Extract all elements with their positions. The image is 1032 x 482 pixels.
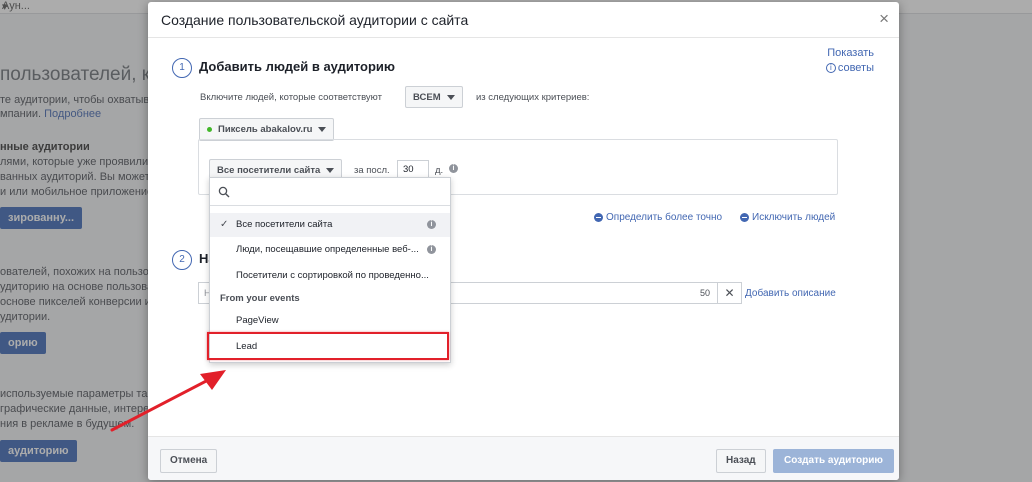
step-number: 2 <box>172 250 192 270</box>
dropdown-item-specific-pages[interactable]: Люди, посещавшие определенные веб-... i <box>210 238 450 262</box>
chevron-down-icon <box>446 94 455 100</box>
chevron-down-icon <box>326 167 335 173</box>
modal-footer: Отмена Назад Создать аудиторию <box>148 436 899 480</box>
dropdown-item-all-visitors[interactable]: ✓ Все посетители сайта i <box>210 213 450 237</box>
include-label: Включите людей, которые соответствуют <box>200 92 382 103</box>
show-tips-link[interactable]: Показать i советы <box>808 46 874 75</box>
arrow-icon <box>110 370 226 432</box>
pixel-select-value: Пиксель abakalov.ru <box>218 124 313 135</box>
clear-icon[interactable]: ✕ <box>718 282 742 304</box>
checkmark-icon: ✓ <box>220 219 229 230</box>
info-circle-icon: i <box>825 63 836 73</box>
info-icon[interactable]: i <box>427 220 436 229</box>
step-title: Добавить людей в аудиторию <box>199 59 396 74</box>
cancel-button[interactable]: Отмена <box>160 449 218 473</box>
add-description-link[interactable]: Добавить описание <box>745 288 836 299</box>
dropdown-item-label: Посетители с сортировкой по проведенно..… <box>236 270 429 281</box>
char-count: 50 <box>700 288 711 298</box>
refine-link-label: Определить более точно <box>606 212 723 223</box>
dropdown-item-time-spent[interactable]: Посетители с сортировкой по проведенно..… <box>210 264 450 288</box>
minus-circle-icon <box>594 213 603 222</box>
step-number: 1 <box>172 58 192 78</box>
modal-header: Создание пользовательской аудитории с са… <box>148 2 899 38</box>
match-select-value: ВСЕМ <box>413 91 441 103</box>
dropdown-search-input[interactable] <box>210 178 450 206</box>
match-select[interactable]: ВСЕМ <box>405 86 463 108</box>
exclude-link[interactable]: Исключить людей <box>740 212 835 223</box>
back-button[interactable]: Назад <box>716 449 766 473</box>
modal-title: Создание пользовательской аудитории с са… <box>161 12 469 28</box>
period-unit: д. <box>435 165 444 176</box>
dropdown-item-label: Все посетители сайта <box>236 219 333 230</box>
dropdown-item-label: Люди, посещавшие определенные веб-... <box>236 244 419 255</box>
dropdown-item-label: PageView <box>236 315 279 326</box>
close-icon[interactable]: × <box>879 9 889 29</box>
dropdown-item-pageview[interactable]: PageView <box>210 309 450 333</box>
info-icon[interactable]: i <box>427 245 436 254</box>
visitors-select-value: Все посетители сайта <box>217 164 321 176</box>
create-audience-button[interactable]: Создать аудиторию <box>773 449 894 473</box>
chevron-down-icon <box>318 127 327 132</box>
period-label: за посл. <box>354 165 390 176</box>
dropdown-group-header: From your events <box>220 293 300 304</box>
status-dot-icon <box>207 127 212 132</box>
minus-circle-icon <box>740 213 749 222</box>
refine-link[interactable]: Определить более точно <box>594 212 722 223</box>
tips-label: советы <box>837 62 874 74</box>
search-icon <box>218 186 230 198</box>
highlight-box <box>207 332 449 360</box>
criteria-suffix: из следующих критериев: <box>476 92 590 103</box>
pixel-select[interactable]: Пиксель abakalov.ru <box>199 118 335 141</box>
info-icon[interactable]: i <box>449 164 458 173</box>
tips-label: Показать <box>827 47 874 59</box>
exclude-link-label: Исключить людей <box>752 212 836 223</box>
